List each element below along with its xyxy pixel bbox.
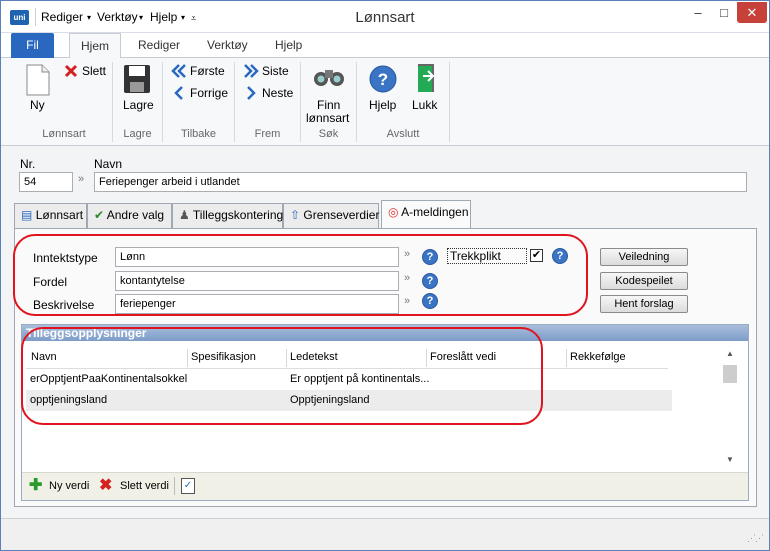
close-button[interactable]: ✕	[737, 2, 767, 23]
first-icon[interactable]	[171, 64, 187, 81]
new-document-icon[interactable]	[25, 64, 51, 99]
find-button-line2[interactable]: lønnsart	[306, 111, 349, 125]
ribbon: Ny Slett Lønnsart Lagre Lagre Første For…	[1, 58, 769, 146]
tab-hjelp[interactable]: Hjelp	[275, 38, 302, 52]
tab-lonnsart[interactable]: ▤ Lønnsart	[14, 203, 87, 229]
veiledning-button[interactable]: Veiledning	[600, 248, 688, 266]
navn-field[interactable]: Feriepenger arbeid i utlandet	[94, 172, 747, 192]
group-label-lagre: Lagre	[123, 128, 152, 140]
vertical-scrollbar[interactable]: ▲ ▼	[722, 349, 738, 469]
save-disk-icon[interactable]	[123, 64, 151, 97]
ribbon-tabs: Fil Hjem Rediger Verktøy Hjelp	[1, 33, 769, 59]
group-label-sok: Søk	[318, 128, 339, 140]
scroll-up-icon[interactable]: ▲	[726, 349, 734, 358]
lookup-arrow-icon[interactable]: »	[78, 173, 84, 185]
last-button[interactable]: Siste	[262, 64, 289, 78]
tab-hjem[interactable]: Hjem	[69, 33, 122, 59]
nr-field[interactable]: 54	[19, 172, 73, 192]
next-icon[interactable]	[245, 86, 257, 103]
tab-tilleggskontering[interactable]: ♟ Tilleggskontering	[172, 203, 283, 229]
hent-forslag-button[interactable]: Hent forslag	[600, 295, 688, 313]
checklist-icon[interactable]: ✓	[181, 478, 195, 494]
group-label-tilbake: Tilbake	[180, 128, 217, 140]
close-window-button[interactable]: Lukk	[412, 98, 437, 112]
new-button[interactable]: Ny	[30, 98, 45, 112]
help-button[interactable]: Hjelp	[369, 98, 396, 112]
person-icon: ♟	[179, 208, 190, 222]
last-icon[interactable]	[243, 64, 259, 81]
svg-text:?: ?	[378, 70, 388, 89]
help-icon[interactable]: ?	[369, 65, 397, 96]
binoculars-icon[interactable]	[313, 66, 345, 91]
group-label-avslutt: Avslutt	[386, 128, 420, 140]
tab-grenseverdier[interactable]: ⇧ Grenseverdier	[283, 203, 379, 229]
kodespeilet-button[interactable]: Kodespeilet	[600, 272, 688, 290]
maximize-button[interactable]: □	[711, 2, 737, 23]
exit-door-icon[interactable]	[415, 63, 439, 98]
tab-label: Tilleggskontering	[192, 208, 284, 222]
check-icon: ✔	[94, 208, 105, 222]
group-label-frem: Frem	[254, 128, 281, 140]
find-button[interactable]: Finn	[317, 98, 340, 112]
previous-button[interactable]: Forrige	[190, 86, 228, 100]
add-icon[interactable]: ✚	[29, 478, 42, 494]
lifebuoy-icon: ◎	[388, 205, 399, 219]
previous-icon[interactable]	[173, 86, 185, 103]
tab-andre-valg[interactable]: ✔ Andre valg	[87, 203, 172, 229]
app-window: uni Rediger ▾ Verktøy ▾ Hjelp ▾ ⩡ Lønnsa…	[0, 0, 770, 551]
tab-a-meldingen[interactable]: ◎ A-meldingen	[381, 200, 471, 230]
delete-button[interactable]: Slett	[82, 64, 106, 78]
status-bar: ⋰⋰	[1, 518, 769, 550]
tab-label: Andre valg	[106, 208, 165, 222]
window-title: Lønnsart	[355, 9, 415, 26]
delete-icon[interactable]	[63, 63, 79, 82]
title-bar: uni Rediger ▾ Verktøy ▾ Hjelp ▾ ⩡ Lønnsa…	[1, 1, 769, 33]
ny-verdi-button[interactable]: Ny verdi	[49, 480, 89, 492]
scroll-thumb[interactable]	[723, 365, 737, 383]
tab-fil[interactable]: Fil	[11, 33, 54, 58]
list-icon: ▤	[21, 208, 33, 222]
tab-verktoy[interactable]: Verktøy	[207, 38, 248, 52]
scroll-down-icon[interactable]: ▼	[726, 455, 734, 464]
tab-label: A-meldingen	[401, 205, 469, 219]
tab-label: Lønnsart	[35, 208, 84, 222]
annotation-oval	[13, 234, 588, 316]
navn-label: Navn	[94, 157, 123, 171]
annotation-oval	[21, 327, 543, 425]
grid-toolbar: ✚ Ny verdi ✖ Slett verdi ✓	[22, 472, 748, 500]
slett-verdi-button[interactable]: Slett verdi	[120, 480, 169, 492]
column-header-rekkefolge[interactable]: Rekkefølge	[570, 351, 626, 363]
nr-label: Nr.	[20, 157, 36, 171]
group-label-lonnsart: Lønnsart	[42, 128, 86, 140]
first-button[interactable]: Første	[190, 64, 225, 78]
delete-icon[interactable]: ✖	[99, 477, 112, 495]
resize-grip-icon[interactable]: ⋰⋰	[747, 533, 764, 544]
next-button[interactable]: Neste	[262, 86, 293, 100]
chart-up-icon: ⇧	[290, 208, 301, 222]
tab-rediger[interactable]: Rediger	[138, 38, 180, 52]
minimize-button[interactable]: –	[685, 2, 711, 23]
save-button[interactable]: Lagre	[123, 98, 154, 112]
tab-label: Grenseverdier	[303, 208, 380, 222]
